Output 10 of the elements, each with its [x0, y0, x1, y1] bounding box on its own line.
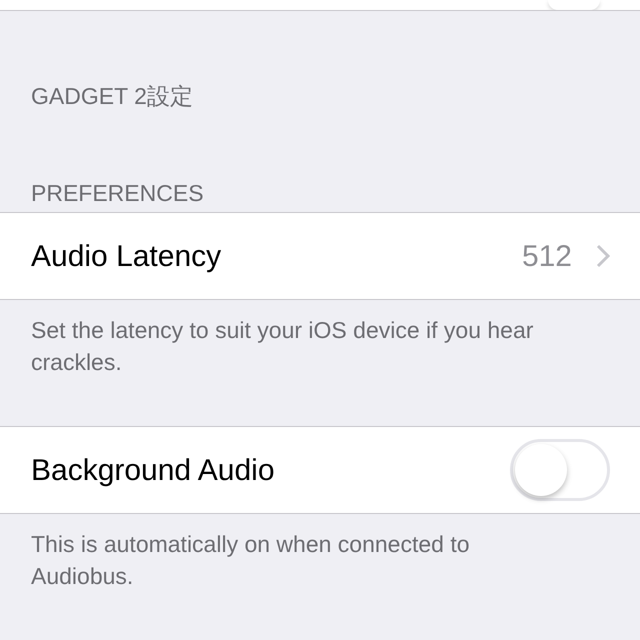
row-value: 512 — [522, 238, 572, 274]
settings-row[interactable]: Audio Latency 512 — [0, 212, 640, 300]
footer-text: This is automatically on when connected to Audiobus. — [30, 530, 471, 591]
footer-text: Set the latency to suit your iOS device if you hear crackles. — [30, 316, 534, 377]
row-label: Audio Latency — [31, 238, 222, 274]
settings-row[interactable]: Background Audio — [0, 426, 640, 514]
row-label: Background Audio — [31, 452, 276, 488]
group-header: GADGET 2設定 — [30, 82, 194, 111]
chevron-icon — [596, 244, 610, 268]
section-header: PREFERENCES — [30, 178, 205, 208]
